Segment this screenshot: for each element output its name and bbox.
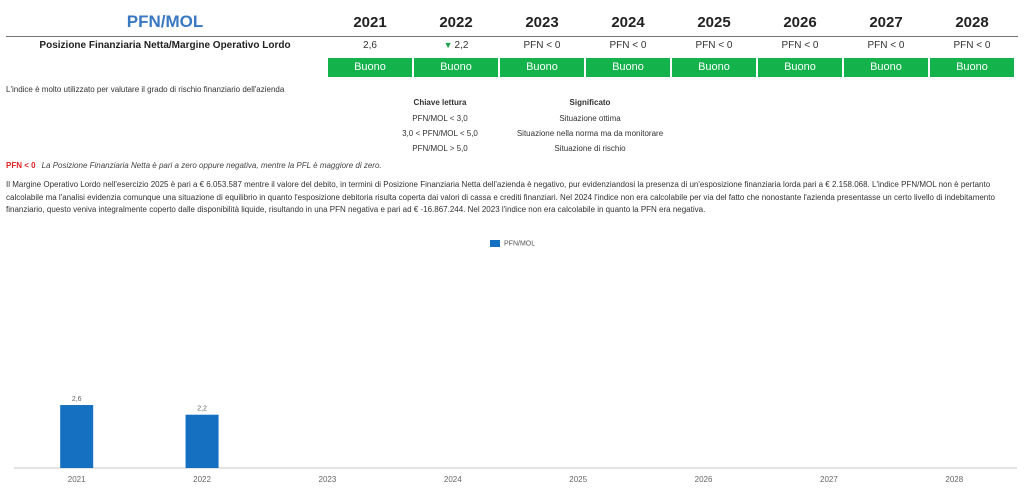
bar-chart: 2021 2,6 2022 2,2 2023 2024 2025 2026 2027 2028 bbox=[14, 396, 1017, 484]
bar bbox=[185, 414, 219, 468]
x-tick-label: 2023 bbox=[319, 475, 337, 484]
x-tick-label: 2025 bbox=[569, 475, 587, 484]
x-tick-label: 2022 bbox=[193, 475, 211, 484]
data-label: 2,2 bbox=[197, 406, 207, 413]
data-label: 2,6 bbox=[72, 396, 82, 403]
x-tick-label: 2028 bbox=[945, 475, 963, 484]
x-tick-label: 2024 bbox=[444, 475, 462, 484]
x-tick-label: 2021 bbox=[68, 475, 86, 484]
x-tick-label: 2027 bbox=[820, 475, 838, 484]
bar bbox=[60, 405, 94, 468]
x-tick-label: 2026 bbox=[695, 475, 713, 484]
